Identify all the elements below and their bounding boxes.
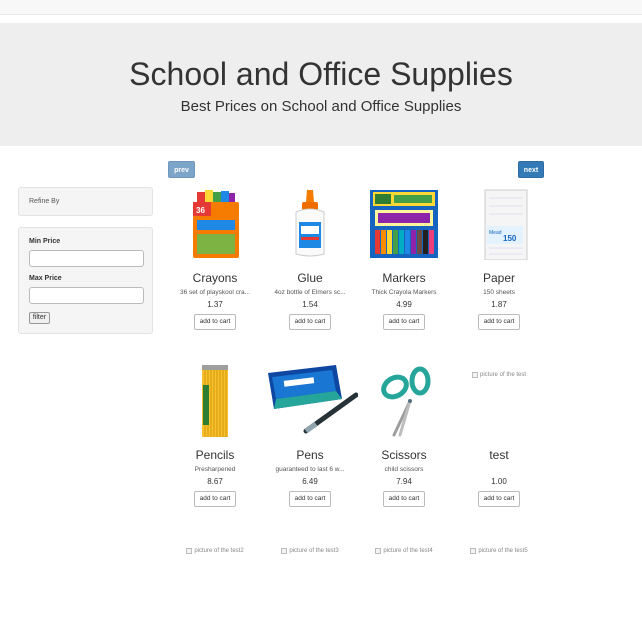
product-description [454,466,544,474]
product-name[interactable]: Pens [265,448,355,462]
marker-pack-icon[interactable] [369,188,439,260]
svg-text:36: 36 [196,206,205,215]
scissors-icon[interactable] [374,365,434,437]
paper-pack-icon[interactable]: Mead 150 [469,188,529,261]
product-description: 4oz bottle of Elmers sc... [274,289,346,296]
product-name[interactable]: Paper [454,271,544,285]
min-price-input[interactable] [29,250,144,267]
next-button[interactable]: next [518,161,544,178]
product-card: Pencils Presharpened 8.67 add to cart [170,365,260,507]
product-card: picture of the test4 [359,541,449,559]
max-price-input[interactable] [29,287,144,304]
svg-text:Mead: Mead [489,230,502,236]
product-card: Mead 150 Paper 150 sheets 1.87 add to ca… [454,188,544,330]
crayon-box-icon[interactable]: 36 [185,188,245,260]
image-alt-text: picture of the test2 [194,548,244,554]
broken-image-icon [471,372,478,378]
refine-by-label: Refine By [29,198,60,205]
product-description: guaranteed to last 6 w... [275,466,345,473]
svg-text:150: 150 [503,234,517,243]
broken-image-icon [186,548,193,554]
product-name[interactable]: Scissors [359,448,449,462]
max-price-label: Max Price [29,275,62,282]
image-alt-text: picture of the test5 [478,548,528,554]
broken-image-icon [470,548,477,554]
header-jumbotron: School and Office Supplies Best Prices o… [0,23,642,146]
product-description: Thick Crayola Markers [371,289,437,296]
product-description: 150 sheets [483,289,515,296]
add-to-cart-button[interactable]: add to cart [193,314,237,330]
add-to-cart-button[interactable]: add to cart [288,314,332,330]
product-price: 1.00 [491,477,507,486]
add-to-cart-button[interactable]: add to cart [382,314,426,330]
add-to-cart-button[interactable]: add to cart [382,491,426,507]
image-alt-text: picture of the test4 [383,548,433,554]
product-price: 1.87 [491,300,507,309]
product-description: 36 set of playskool cra... [179,289,251,296]
product-price: 7.94 [396,477,412,486]
page-title: School and Office Supplies [129,56,513,92]
product-card: Glue 4oz bottle of Elmers sc... 1.54 add… [265,188,355,330]
add-to-cart-button[interactable]: add to cart [477,314,521,330]
product-name[interactable]: Crayons [170,271,260,285]
product-card: picture of the test5 [454,541,544,559]
image-alt-text: picture of the test [479,372,527,378]
product-card: picture of the test3 [265,541,355,559]
top-navbar [0,0,642,15]
product-price: 4.99 [396,300,412,309]
add-to-cart-button[interactable]: add to cart [193,491,237,507]
product-name[interactable]: test [454,448,544,462]
product-name[interactable]: Markers [359,271,449,285]
refine-by-panel: Refine By [18,187,153,216]
image-alt-text: picture of the test3 [289,548,339,554]
pens-icon[interactable] [262,365,359,437]
product-name[interactable]: Glue [265,271,355,285]
product-name[interactable]: Pencils [170,448,260,462]
price-filter-panel: Min Price Max Price filter [18,227,153,334]
product-card: Markers Thick Crayola Markers 4.99 add t… [359,188,449,330]
glue-bottle-icon[interactable] [280,188,340,260]
broken-image-icon [281,548,288,554]
product-price: 1.37 [207,300,223,309]
product-card: picture of the test test 1.00 add to car… [454,365,544,507]
product-card: picture of the test2 [170,541,260,559]
pencils-icon[interactable] [185,365,245,437]
broken-image[interactable]: picture of the test3 [265,541,355,559]
product-price: 1.54 [302,300,318,309]
filter-button[interactable]: filter [29,312,50,324]
product-price: 8.67 [207,477,223,486]
prev-button[interactable]: prev [168,161,195,178]
product-price: 6.49 [302,477,318,486]
product-card: 36 Crayons 36 set of playskool cra... 1.… [170,188,260,330]
page-subtitle: Best Prices on School and Office Supplie… [180,98,462,115]
product-card: Scissors child scissors 7.94 add to cart [359,365,449,507]
product-description: Presharpened [194,466,236,473]
broken-image-icon [375,548,382,554]
add-to-cart-button[interactable]: add to cart [288,491,332,507]
product-description: child scissors [384,466,424,473]
product-card: Pens guaranteed to last 6 w... 6.49 add … [262,365,359,507]
broken-image[interactable]: picture of the test5 [454,541,544,559]
add-to-cart-button[interactable]: add to cart [477,491,521,507]
min-price-label: Min Price [29,238,61,245]
broken-image[interactable]: picture of the test4 [359,541,449,559]
broken-image[interactable]: picture of the test [454,365,544,437]
broken-image[interactable]: picture of the test2 [170,541,260,559]
